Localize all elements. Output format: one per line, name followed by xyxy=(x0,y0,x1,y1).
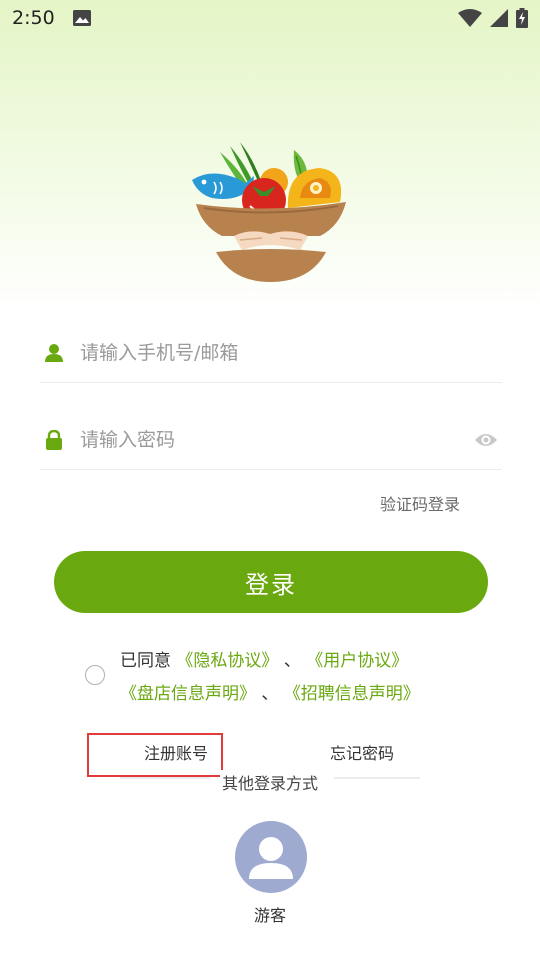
guest-login-label[interactable]: 游客 xyxy=(254,902,286,926)
forgot-password-link[interactable]: 忘记密码 xyxy=(330,740,394,764)
divider-right xyxy=(334,777,420,779)
lock-icon xyxy=(44,429,64,450)
account-input[interactable] xyxy=(80,341,502,364)
store-info-statement-link[interactable]: 《盘店信息声明》 xyxy=(120,684,256,704)
register-account-link[interactable]: 注册账号 xyxy=(144,740,208,764)
account-field xyxy=(40,323,502,383)
agreement-line-1: 已同意 《隐私协议》 、 《用户协议》 xyxy=(120,646,408,671)
status-bar: 2:50 xyxy=(0,0,540,36)
login-button[interactable]: 登录 xyxy=(54,551,488,613)
signal-icon xyxy=(490,9,508,27)
privacy-policy-link[interactable]: 《隐私协议》 xyxy=(176,651,278,671)
vegetable-basket-logo xyxy=(192,142,346,282)
agreement-separator: 、 xyxy=(261,684,279,704)
status-icons xyxy=(458,8,528,28)
password-input[interactable] xyxy=(80,428,474,451)
gallery-icon xyxy=(72,10,91,26)
other-login-title: 其他登录方式 xyxy=(220,770,321,794)
wifi-icon xyxy=(458,9,482,27)
agreement-separator: 、 xyxy=(283,651,301,671)
user-agreement-link[interactable]: 《用户协议》 xyxy=(306,651,408,671)
eye-icon[interactable] xyxy=(474,430,500,450)
agreement-prefix: 已同意 xyxy=(120,651,171,671)
guest-avatar-icon[interactable] xyxy=(235,821,307,893)
password-field xyxy=(40,410,502,470)
agreement-line-2: 《盘店信息声明》 、 《招聘信息声明》 xyxy=(120,679,420,704)
divider-left xyxy=(120,777,210,779)
battery-charging-icon xyxy=(516,8,528,28)
sms-code-login-link[interactable]: 验证码登录 xyxy=(380,491,460,515)
hiring-info-statement-link[interactable]: 《招聘信息声明》 xyxy=(284,684,420,704)
agreement-radio[interactable] xyxy=(85,665,105,685)
user-icon xyxy=(44,343,64,363)
status-time: 2:50 xyxy=(12,7,55,29)
